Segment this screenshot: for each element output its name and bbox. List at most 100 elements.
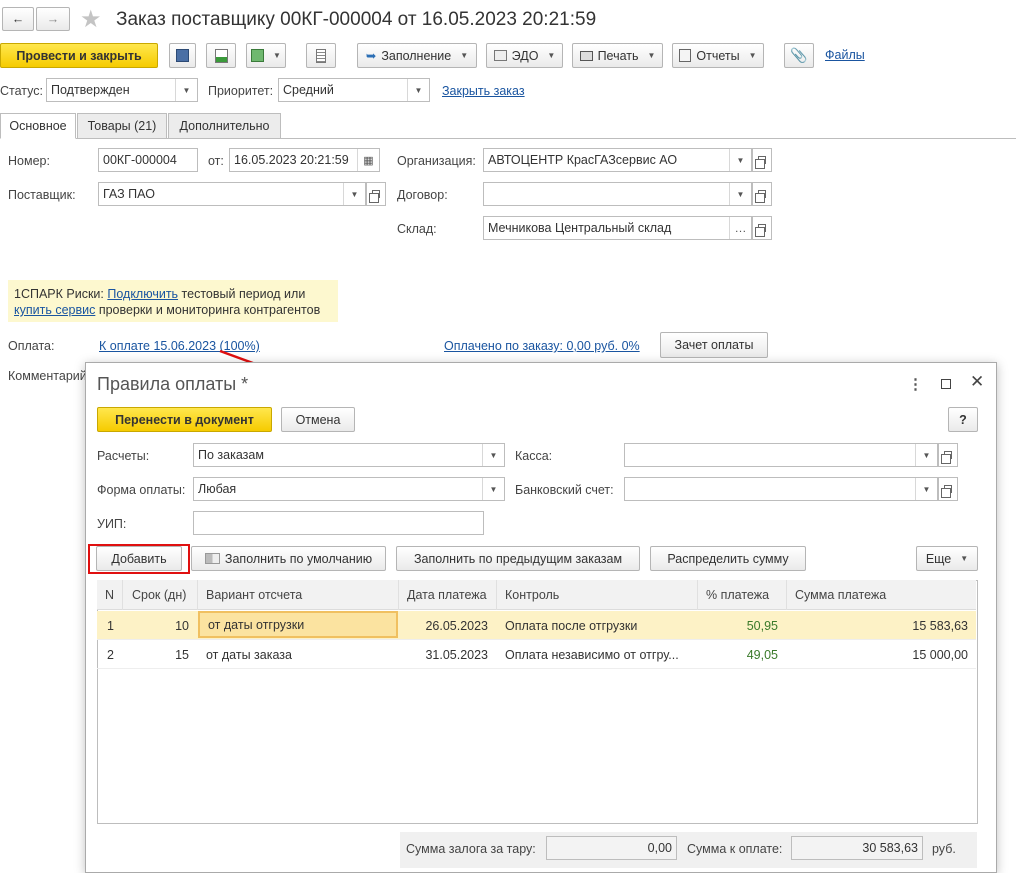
uip-label: УИП:: [97, 517, 127, 531]
priority-label: Приоритет:: [208, 84, 274, 98]
row2-pct[interactable]: 49,05: [698, 640, 778, 669]
col-date[interactable]: Дата платежа: [399, 580, 497, 610]
chevron-down-icon: ▼: [482, 444, 504, 466]
row1-date[interactable]: 26.05.2023: [399, 611, 488, 640]
calendar-icon[interactable]: ▦: [357, 149, 379, 171]
row2-control[interactable]: Оплата независимо от отгру...: [505, 640, 679, 669]
col-variant[interactable]: Вариант отсчета: [198, 580, 399, 610]
open-icon: [755, 224, 766, 237]
contract-label: Договор:: [397, 188, 448, 202]
reports-button[interactable]: Отчеты ▼: [672, 43, 764, 68]
number-field[interactable]: 00КГ-000004: [98, 148, 198, 172]
maximize-icon[interactable]: [941, 379, 951, 389]
open-icon: [369, 190, 380, 203]
pay-form-select[interactable]: Любая ▼: [193, 477, 505, 501]
create-based-icon: [251, 49, 265, 62]
chevron-down-icon: ▼: [915, 478, 937, 500]
post-button[interactable]: [206, 43, 236, 68]
settlements-select[interactable]: По заказам ▼: [193, 443, 505, 467]
supplier-field[interactable]: ГАЗ ПАО ▼: [98, 182, 366, 206]
row2-variant[interactable]: от даты заказа: [206, 640, 292, 669]
deposit-label: Сумма залога за тару:: [406, 842, 536, 856]
row2-date[interactable]: 31.05.2023: [399, 640, 488, 669]
organization-field[interactable]: АВТОЦЕНТР КрасГАЗсервис АО ▼: [483, 148, 752, 172]
spark-connect-link[interactable]: Подключить: [107, 287, 178, 301]
post-and-close-button[interactable]: Провести и закрыть: [0, 43, 158, 68]
dialog-title: Правила оплаты *: [97, 374, 249, 394]
reports-icon: [679, 49, 692, 62]
paid-by-order-link[interactable]: Оплачено по заказу: 0,00 руб. 0%: [444, 339, 640, 353]
date-from-label: от:: [208, 154, 224, 168]
uip-field[interactable]: [193, 511, 484, 535]
arrow-right-icon: →: [46, 12, 60, 26]
settlements-label: Расчеты:: [97, 449, 150, 463]
pay-form-label: Форма оплаты:: [97, 483, 186, 497]
chevron-down-icon: ▼: [407, 79, 429, 101]
close-icon[interactable]: ✕: [970, 372, 984, 392]
favorite-star-icon[interactable]: ★: [80, 5, 102, 34]
row1-sum[interactable]: 15 583,63: [787, 611, 968, 640]
row2-n: 2: [107, 647, 114, 662]
spark-buy-link[interactable]: купить сервис: [14, 303, 95, 317]
fill-previous-orders-button[interactable]: Заполнить по предыдущим заказам: [396, 546, 640, 571]
col-pct[interactable]: % платежа: [698, 580, 787, 610]
payment-offset-button[interactable]: Зачет оплаты: [660, 332, 768, 358]
row2-term[interactable]: 15: [124, 640, 189, 669]
col-term[interactable]: Срок (дн): [124, 580, 198, 610]
row1-control[interactable]: Оплата после отгрузки: [505, 611, 637, 640]
files-link[interactable]: Файлы: [825, 48, 865, 62]
attach-button[interactable]: 📎: [784, 43, 814, 68]
col-control[interactable]: Контроль: [497, 580, 698, 610]
printer-icon: [579, 50, 593, 61]
more-vertical-icon[interactable]: ⋮: [908, 375, 923, 393]
bank-account-field[interactable]: ▼: [624, 477, 938, 501]
tab-additional[interactable]: Дополнительно: [168, 113, 281, 139]
back-button[interactable]: ←: [2, 7, 34, 31]
tab-main[interactable]: Основное: [0, 113, 76, 139]
row2-sum[interactable]: 15 000,00: [787, 640, 968, 669]
warehouse-open-button[interactable]: [752, 216, 772, 240]
open-icon: [941, 451, 952, 464]
organization-open-button[interactable]: [752, 148, 772, 172]
contract-open-button[interactable]: [752, 182, 772, 206]
structure-button[interactable]: [306, 43, 336, 68]
fill-arrow-icon: ➥: [365, 49, 377, 63]
chevron-down-icon: ▼: [729, 149, 751, 171]
row1-pct[interactable]: 50,95: [698, 611, 778, 640]
cash-open-button[interactable]: [938, 443, 958, 467]
chevron-down-icon: ▼: [915, 444, 937, 466]
status-select[interactable]: Подтвержден ▼: [46, 78, 198, 102]
post-icon: [214, 48, 228, 63]
supplier-label: Поставщик:: [8, 188, 76, 202]
print-button[interactable]: Печать ▼: [572, 43, 663, 68]
chevron-down-icon: ▼: [343, 183, 365, 205]
row1-variant-cell[interactable]: от даты отгрузки: [198, 611, 398, 638]
transfer-to-document-button[interactable]: Перенести в документ: [97, 407, 272, 432]
close-order-link[interactable]: Закрыть заказ: [442, 84, 525, 98]
warehouse-field[interactable]: Мечникова Центральный склад…: [483, 216, 752, 240]
spark-banner: 1СПАРК Риски: Подключить тестовый период…: [8, 280, 338, 322]
fill-button[interactable]: ➥ Заполнение ▼: [357, 43, 477, 68]
add-row-button[interactable]: Добавить: [96, 546, 182, 571]
row1-term[interactable]: 10: [124, 611, 189, 640]
forward-button[interactable]: →: [36, 7, 70, 31]
date-field[interactable]: 16.05.2023 20:21:59 ▦: [229, 148, 380, 172]
priority-select[interactable]: Средний ▼: [278, 78, 430, 102]
col-n[interactable]: N: [97, 580, 123, 610]
more-button[interactable]: Еще ▼: [916, 546, 978, 571]
distribute-sum-button[interactable]: Распределить сумму: [650, 546, 806, 571]
ellipsis-icon[interactable]: …: [729, 217, 751, 239]
deposit-field: 0,00: [546, 836, 677, 860]
col-sum[interactable]: Сумма платежа: [787, 580, 976, 610]
cancel-button[interactable]: Отмена: [281, 407, 355, 432]
tab-goods[interactable]: Товары (21): [77, 113, 167, 139]
cash-field[interactable]: ▼: [624, 443, 938, 467]
save-button[interactable]: [169, 43, 196, 68]
help-button[interactable]: ?: [948, 407, 978, 432]
edo-button[interactable]: ЭДО ▼: [486, 43, 563, 68]
bank-account-open-button[interactable]: [938, 477, 958, 501]
contract-field[interactable]: ▼: [483, 182, 752, 206]
create-based-on-button[interactable]: ▼: [246, 43, 286, 68]
supplier-open-button[interactable]: [366, 182, 386, 206]
fill-default-button[interactable]: Заполнить по умолчанию: [191, 546, 386, 571]
